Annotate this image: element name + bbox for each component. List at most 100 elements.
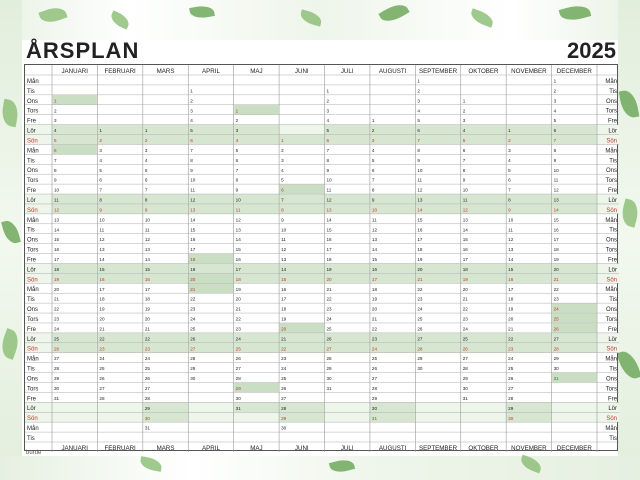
weekend-day-cell [52,124,97,135]
weekend-day-cell [52,194,97,204]
day-number: 3 [554,98,557,103]
weekday-label-left: Ons [27,168,38,174]
weekend-day-cell [325,124,370,135]
weekday-label-right: Tis [609,297,617,303]
day-number: 8 [190,158,193,163]
day-number: 16 [99,277,105,282]
day-number: 20 [99,317,105,322]
day-number: 3 [508,148,511,153]
day-number: 29 [281,416,287,421]
day-number: 24 [54,326,60,331]
day-number: 7 [99,188,102,193]
day-number: 6 [554,128,557,133]
day-number: 1 [99,128,102,133]
day-number: 24 [417,307,423,312]
weekday-label-left: Sön [27,208,38,214]
weekend-day-cell [97,134,143,145]
day-number: 31 [236,406,242,411]
weekend-day-cell [325,333,370,343]
day-number: 30 [417,366,423,371]
weekend-day-cell [370,412,415,422]
weekend-day-cell [506,333,552,343]
day-number: 28 [327,356,333,361]
day-number: 31 [54,396,60,401]
day-number: 30 [145,416,151,421]
weekend-day-cell [279,412,324,422]
weekend-day-cell [279,263,324,274]
weekend-day-cell [552,273,597,283]
weekend-day-cell [279,323,324,333]
day-number: 26 [54,346,60,351]
day-number: 11 [327,188,332,193]
day-number: 29 [417,356,423,361]
weekend-day-cell [415,204,461,214]
day-number: 13 [236,227,242,232]
day-number: 29 [508,406,514,411]
month-header: FEBRUARI [104,68,136,75]
month-header: SEPTEMBER [419,68,458,75]
weekend-day-cell [97,343,143,353]
day-number: 4 [327,118,330,123]
day-number: 2 [554,88,557,93]
weekday-label-right: Fre [608,188,618,194]
weekday-label-left: Ons [27,376,38,382]
weekday-label-left: Mån [27,356,39,363]
day-number: 19 [327,267,333,272]
weekday-label-left: Sön [27,138,38,144]
weekend-day-cell [188,204,234,214]
weekday-label-left: Sön [27,347,38,353]
day-number: 27 [463,356,469,361]
day-number: 22 [236,317,242,322]
day-number: 4 [372,148,375,153]
day-number: 17 [417,237,423,242]
day-number: 2 [281,148,284,153]
day-number: 19 [508,307,514,312]
day-number: 20 [54,287,60,292]
day-number: 16 [145,277,151,282]
weekday-label-right: Ons [606,238,617,244]
day-number: 8 [508,198,511,203]
day-number: 6 [327,138,330,143]
weekday-label-right: Lör [608,198,617,204]
weekday-label-right: Ons [606,307,617,313]
day-number: 17 [281,297,287,302]
day-number: 11 [190,188,195,193]
weekday-label-right: Tors [606,317,617,323]
day-number: 19 [54,277,60,282]
day-number: 22 [417,287,423,292]
weekday-label-right: Mån [605,425,617,432]
weekend-day-cell [552,333,597,343]
day-number: 4 [236,138,239,143]
day-number: 8 [54,168,57,173]
day-number: 7 [54,158,57,163]
day-number: 21 [54,297,60,302]
day-number: 27 [281,396,287,401]
weekend-day-cell [143,343,188,353]
day-number: 10 [554,168,560,173]
day-number: 23 [236,326,242,331]
day-number: 6 [54,148,57,153]
weekday-label-left: Fre [27,257,37,263]
day-number: 20 [463,287,469,292]
weekend-day-cell [234,204,279,214]
weekend-day-cell [143,333,188,343]
weekday-label-right: Lör [608,406,617,412]
day-number: 18 [281,307,287,312]
day-number: 20 [236,297,242,302]
day-number: 26 [190,336,196,341]
day-number: 22 [463,307,469,312]
day-number: 22 [327,297,333,302]
weekday-label-right: Mån [605,217,617,224]
day-number: 26 [327,336,333,341]
day-number: 28 [463,366,469,371]
weekend-day-cell [52,144,97,155]
day-number: 20 [145,317,151,322]
day-number: 12 [327,198,333,203]
weekend-day-cell [97,204,143,214]
day-number: 8 [145,198,148,203]
day-number: 31 [327,386,333,391]
day-number: 10 [417,168,423,173]
day-number: 28 [281,406,287,411]
weekday-label-left: Tors [27,317,38,323]
day-number: 29 [554,356,560,361]
